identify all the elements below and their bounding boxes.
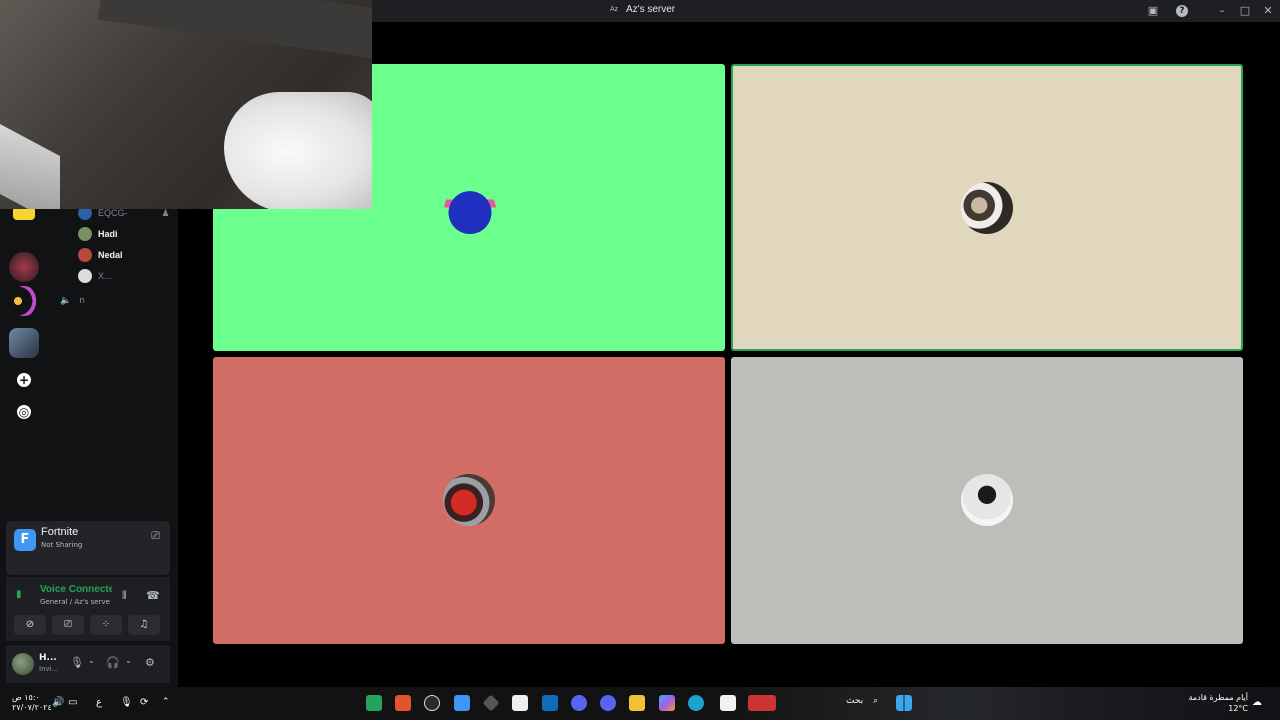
fortnite-icon: F	[14, 529, 36, 551]
share-screen-button[interactable]: ⎚	[52, 615, 84, 635]
video-tile[interactable]	[731, 357, 1243, 644]
game-name: Fortnite	[41, 526, 79, 538]
signal-icon: ▮	[16, 589, 22, 600]
chevron-down-icon[interactable]: ⌄	[125, 656, 132, 665]
sync-icon[interactable]: ⟳	[140, 697, 148, 708]
inbox-icon[interactable]: ▣	[1145, 3, 1161, 19]
share-status: Not Sharing	[41, 541, 83, 549]
microphone-icon[interactable]: 🎙	[70, 656, 84, 669]
discord-icon[interactable]	[571, 695, 587, 711]
server-icon: Az	[610, 5, 619, 13]
playstation-icon: ♟	[161, 207, 170, 218]
explore-icon[interactable]: ◎	[17, 405, 31, 419]
member-name: Nedal	[98, 250, 123, 260]
soundboard-button[interactable]: ♫	[128, 615, 160, 635]
member-name: EQCG-	[98, 208, 128, 218]
window-title-text: Az's server	[626, 4, 676, 15]
search-label: بحث	[846, 696, 864, 706]
minimize-button[interactable]: –	[1214, 3, 1230, 19]
weather-text: أيام ممطرة قادمة	[1188, 693, 1248, 702]
search-box[interactable]: بحث ⌕	[846, 696, 878, 706]
member-name: Hadi	[98, 229, 118, 239]
game-controller-shape	[224, 92, 372, 209]
video-tile[interactable]	[213, 357, 725, 644]
speaker-icon: 🔈	[60, 296, 72, 306]
video-tile-speaking[interactable]	[731, 64, 1243, 351]
disconnect-icon[interactable]: ☎	[146, 589, 160, 602]
game-thumbnail-icon[interactable]	[748, 695, 776, 711]
camera-preview	[0, 0, 372, 209]
epic-games-icon[interactable]	[482, 694, 500, 712]
temperature: 12°C	[1228, 704, 1248, 713]
member-name: X...	[98, 271, 112, 281]
weather-widget[interactable]: أيام ممطرة قادمة 12°C	[1186, 692, 1248, 714]
server-icon-selected[interactable]	[9, 328, 39, 358]
copilot-icon[interactable]	[659, 695, 675, 711]
avatar[interactable]	[12, 653, 34, 675]
voice-status[interactable]: Voice Connected	[40, 584, 112, 595]
server-icon-red[interactable]	[9, 252, 39, 282]
maximize-button[interactable]: □	[1237, 3, 1253, 19]
gear-icon[interactable]: ⚙	[145, 656, 155, 669]
edge-icon[interactable]	[688, 695, 704, 711]
clock[interactable]: ١٥:٠ ص ٢٧/٠٧/٢٠٢٤	[12, 693, 52, 713]
noise-suppression-icon[interactable]: ⫴	[122, 589, 127, 603]
user-name: H...	[39, 653, 57, 663]
activity-panel: F Fortnite Not Sharing ⎚	[6, 521, 170, 575]
windows-taskbar: ١٥:٠ ص ٢٧/٠٧/٢٠٢٤ 🔊 ▭ ع 🎙 ⟳ ⌃ بحث ⌕ أيام…	[0, 687, 1280, 720]
voice-connection-panel: ▮ Voice Connected General / Az's server …	[6, 577, 170, 641]
cloud-rain-icon: ☁	[1252, 697, 1262, 708]
girl-photo-avatar	[961, 474, 1013, 526]
table-edge-shape	[0, 124, 60, 209]
voice-location[interactable]: General / Az's server	[40, 598, 110, 606]
headphones-icon[interactable]: 🎧	[106, 656, 120, 669]
avatar	[78, 248, 92, 262]
avatar	[78, 269, 92, 283]
network-icon[interactable]: ▭	[68, 697, 77, 708]
fabric-shape	[97, 0, 372, 60]
footballer-avatar	[443, 474, 495, 526]
couple-photo-avatar	[961, 182, 1013, 234]
avatar	[78, 227, 92, 241]
chevron-up-icon[interactable]: ⌃	[162, 697, 170, 707]
add-server-icon[interactable]: +	[17, 373, 31, 387]
screen-share-icon[interactable]: ⎚	[151, 529, 160, 543]
camera-off-button[interactable]: ⊘	[14, 615, 46, 635]
user-panel: H... Invi... 🎙 ⌄ 🎧 ⌄ ⚙	[6, 645, 170, 683]
server-icon-multi[interactable]	[9, 286, 39, 316]
channel-name: n	[79, 296, 85, 306]
blue-bird-house-avatar	[444, 184, 496, 236]
windows-start-icon[interactable]	[896, 695, 912, 711]
discord-ptb-icon[interactable]	[600, 695, 616, 711]
notepad-icon[interactable]	[720, 695, 736, 711]
help-icon[interactable]: ?	[1176, 5, 1188, 17]
fortnite-taskbar-icon[interactable]	[454, 695, 470, 711]
activities-button[interactable]: ⁘	[90, 615, 122, 635]
clock-date: ٢٧/٠٧/٢٠٢٤	[12, 703, 52, 712]
brave-icon[interactable]	[395, 695, 411, 711]
language-indicator[interactable]: ع	[96, 697, 102, 708]
file-explorer-icon[interactable]	[629, 695, 645, 711]
user-status: Invi...	[39, 665, 59, 673]
mic-tray-icon[interactable]: 🎙	[120, 697, 133, 708]
close-button[interactable]: ✕	[1260, 3, 1276, 19]
volume-icon[interactable]: 🔊	[52, 697, 64, 708]
clock-time: ١٥:٠ ص	[12, 693, 40, 702]
voice-channel[interactable]: 🔈 n	[60, 296, 85, 306]
search-icon: ⌕	[873, 696, 879, 706]
store-icon[interactable]	[512, 695, 528, 711]
outlook-icon[interactable]	[542, 695, 558, 711]
discord-window: Az Az's server ▣ ? – □ ✕ + ◎ EQCG- ♟ Had…	[0, 0, 1280, 720]
app-icon-green[interactable]	[366, 695, 382, 711]
obs-icon[interactable]	[424, 695, 440, 711]
chevron-down-icon[interactable]: ⌄	[88, 656, 95, 665]
window-title: Az Az's server	[610, 4, 675, 15]
voice-member[interactable]: Nedal	[78, 247, 123, 263]
voice-member[interactable]: Hadi	[78, 226, 118, 242]
voice-member[interactable]: X...	[78, 268, 112, 284]
